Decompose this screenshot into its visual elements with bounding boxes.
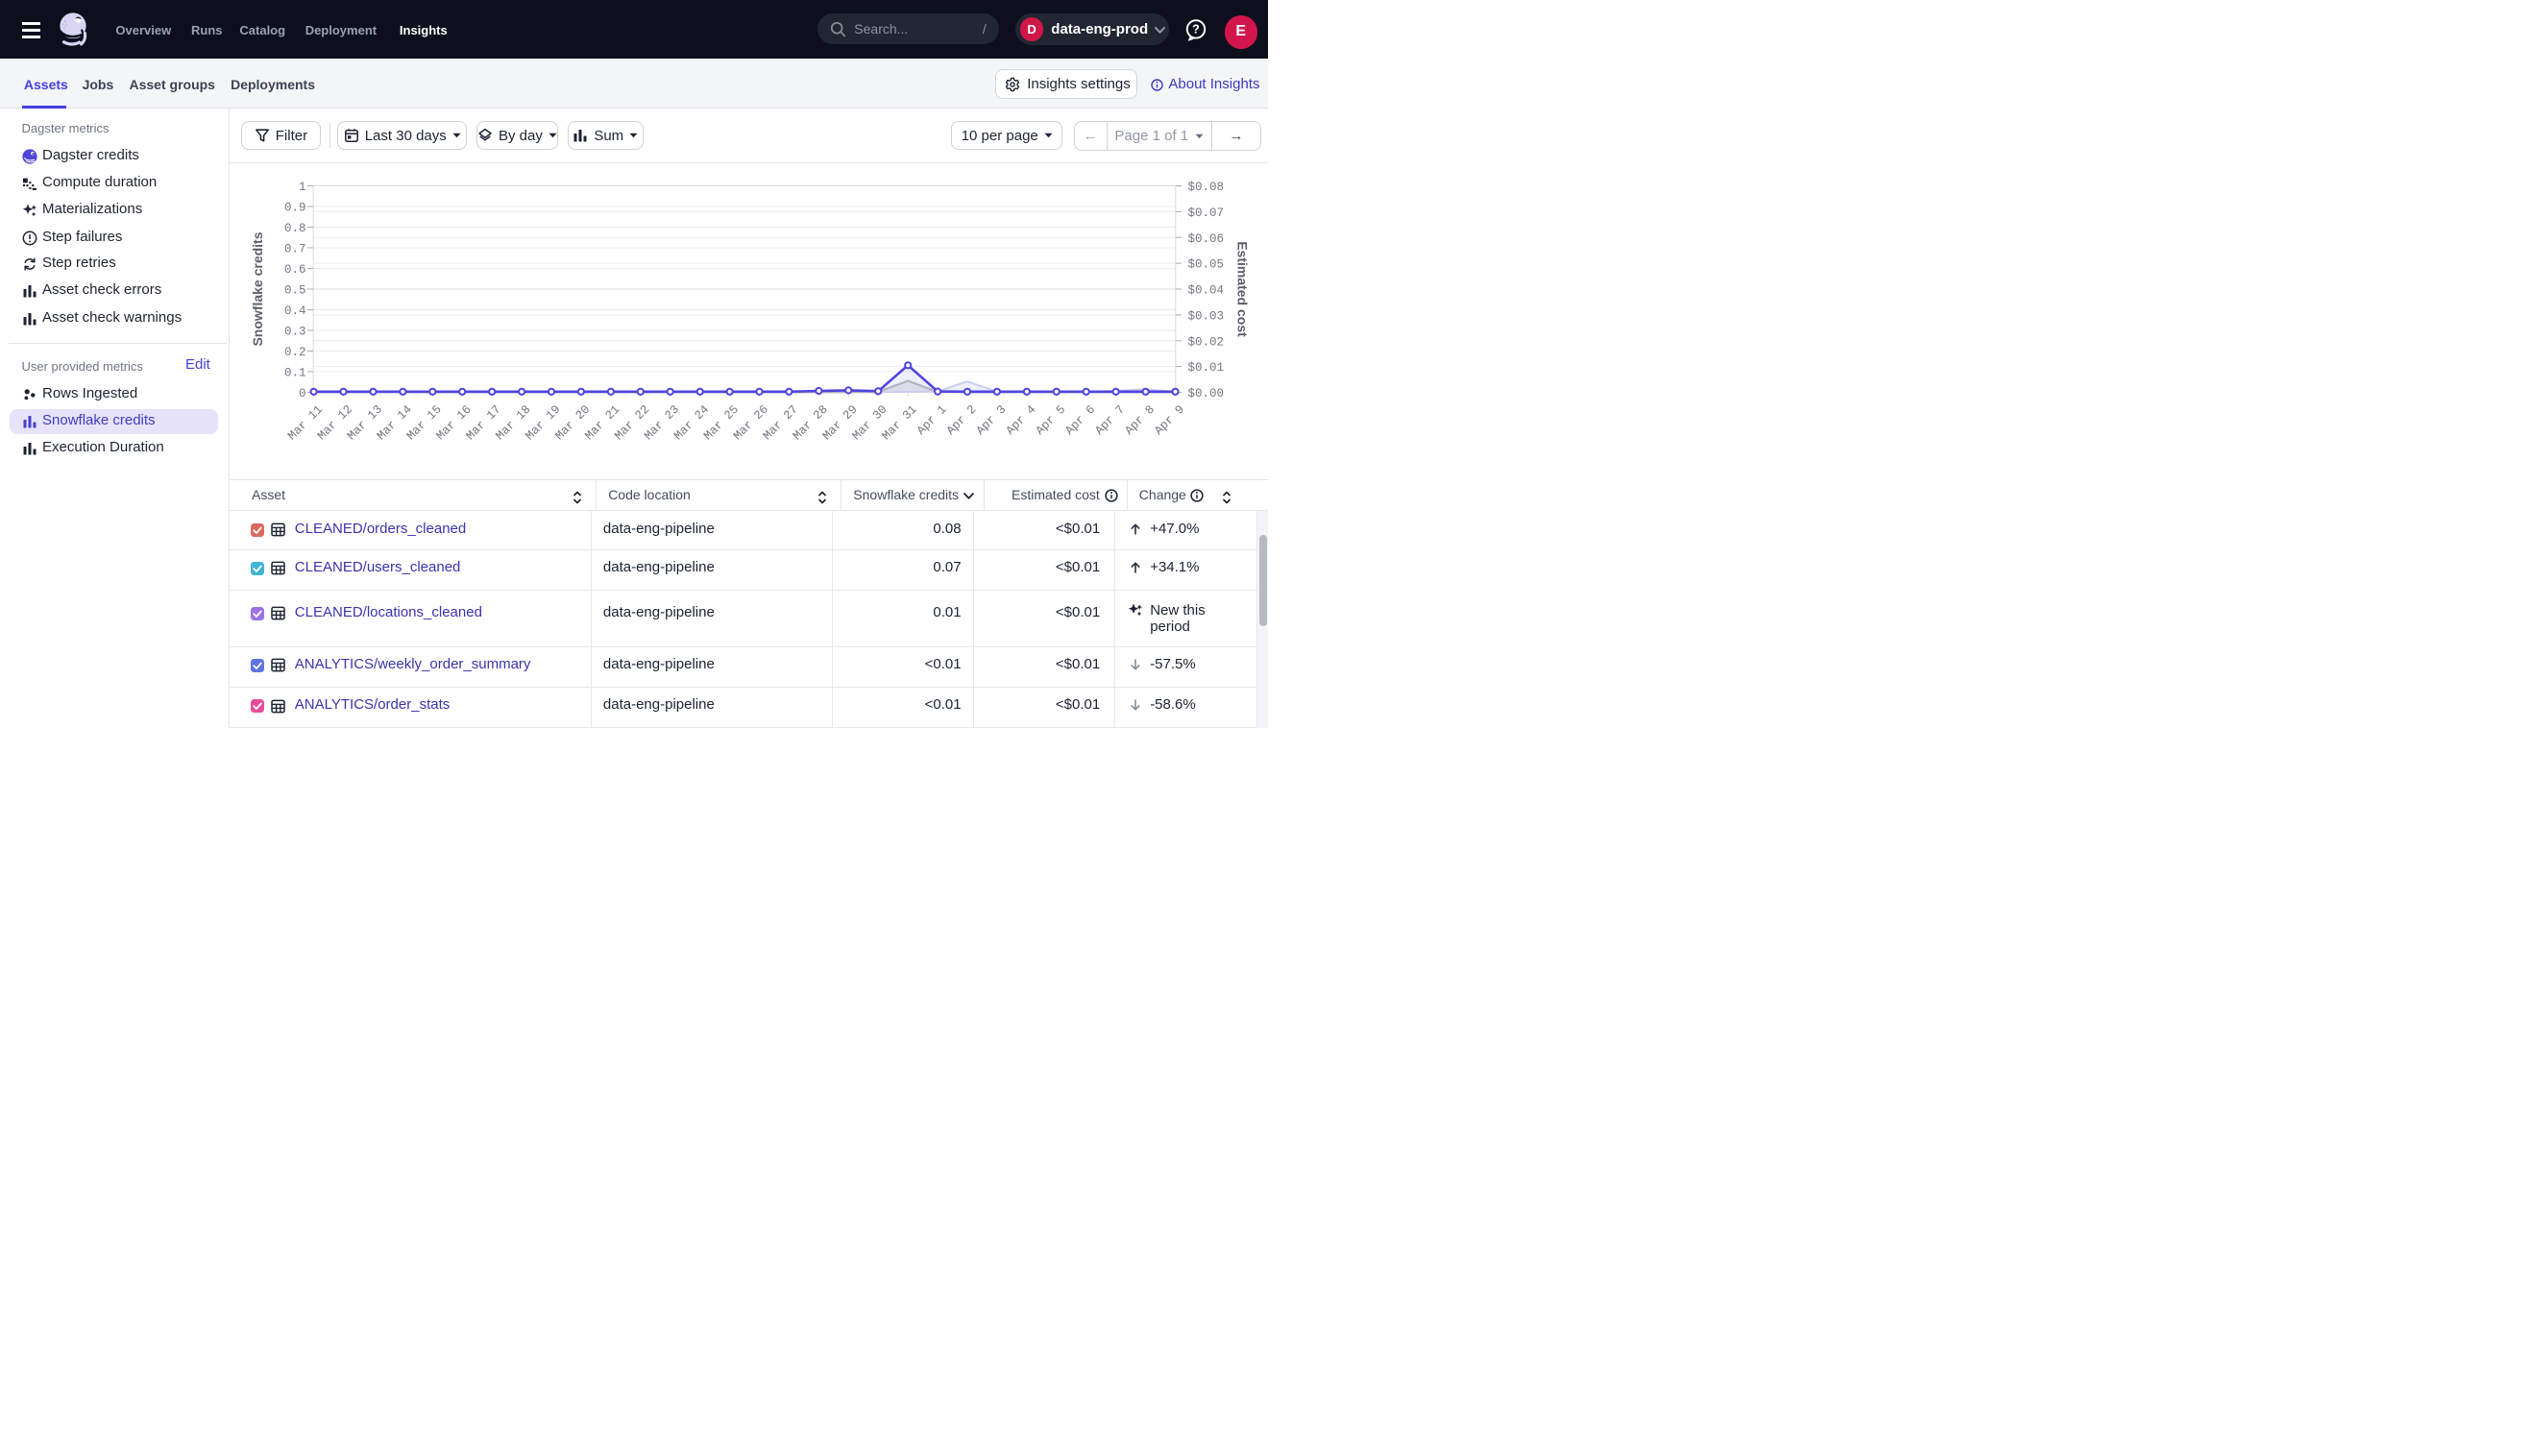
svg-text:$0.05: $0.05 — [1188, 258, 1225, 272]
svg-text:0: 0 — [299, 387, 306, 400]
svg-text:$0.00: $0.00 — [1188, 387, 1225, 400]
svg-text:Apr 3: Apr 3 — [974, 402, 1009, 437]
svg-text:$0.01: $0.01 — [1188, 361, 1225, 375]
svg-text:$0.04: $0.04 — [1188, 284, 1225, 298]
svg-text:0.1: 0.1 — [284, 367, 306, 380]
svg-text:$0.02: $0.02 — [1188, 335, 1225, 349]
svg-text:Apr 7: Apr 7 — [1093, 402, 1128, 437]
svg-text:$0.03: $0.03 — [1188, 309, 1225, 323]
svg-text:Apr 5: Apr 5 — [1034, 402, 1068, 437]
svg-text:0.4: 0.4 — [284, 304, 306, 318]
svg-text:0.9: 0.9 — [284, 202, 306, 215]
svg-text:Apr 4: Apr 4 — [1004, 402, 1038, 437]
svg-text:1: 1 — [299, 181, 306, 194]
svg-text:0.6: 0.6 — [284, 263, 306, 277]
svg-text:0.5: 0.5 — [284, 284, 306, 298]
svg-text:0.3: 0.3 — [284, 326, 306, 339]
svg-text:0.7: 0.7 — [284, 243, 306, 256]
svg-text:$0.08: $0.08 — [1188, 181, 1225, 194]
svg-text:Apr 1: Apr 1 — [914, 402, 949, 437]
svg-text:Apr 2: Apr 2 — [944, 402, 979, 437]
svg-text:Snowflake credits: Snowflake credits — [250, 231, 265, 346]
svg-text:$0.07: $0.07 — [1188, 206, 1225, 220]
svg-text:Apr 8: Apr 8 — [1123, 402, 1158, 437]
svg-text:Estimated cost: Estimated cost — [1235, 241, 1251, 337]
svg-text:Apr 6: Apr 6 — [1063, 402, 1098, 437]
svg-text:0.2: 0.2 — [284, 346, 306, 359]
svg-text:0.8: 0.8 — [284, 222, 306, 235]
svg-text:Apr 9: Apr 9 — [1152, 402, 1186, 437]
svg-text:$0.06: $0.06 — [1188, 232, 1225, 246]
